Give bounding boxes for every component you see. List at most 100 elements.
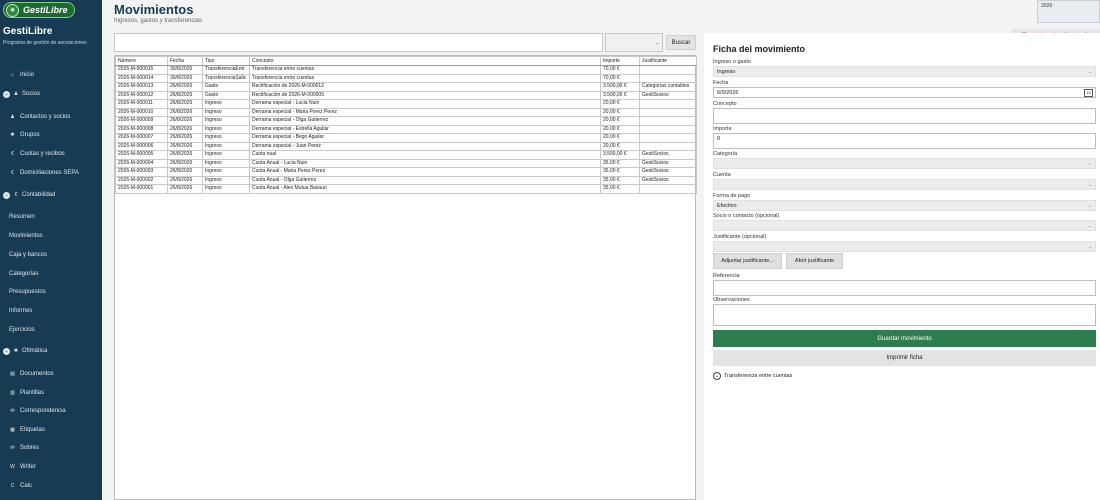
sidebar-item-contactos-y-socios[interactable]: ♟ Contactos y socios	[0, 110, 102, 124]
amount-field[interactable]: 0	[713, 133, 1096, 149]
account-select[interactable]: ⌄	[713, 179, 1096, 190]
sidebar-item-correspondencia[interactable]: ✉ Correspondencia	[0, 404, 102, 418]
sidebar-item-ofimática[interactable]: ⌄ ✱ Ofimática	[0, 344, 102, 358]
table-row[interactable]: 2026-M-000012 26/8/2026 Gasto Rectificación…	[115, 90, 697, 100]
open-receipt-button[interactable]: Abrir justificante	[786, 253, 843, 269]
column-header[interactable]: Justificante	[639, 56, 697, 66]
attach-receipt-button[interactable]: Adjuntar justificante...	[713, 253, 782, 269]
concept-field[interactable]	[713, 108, 1096, 124]
date-field[interactable]: 6/9/2026 15	[713, 87, 1096, 98]
sidebar-item-informes[interactable]: Informes	[0, 304, 102, 318]
app-logo: ◉ GestiLibre	[3, 2, 75, 18]
table-row[interactable]: 2026-M-000007 26/8/2026 Ingreso Derrama esp…	[115, 133, 697, 143]
table-cell: Derrama especial - Maria Perez Perez	[249, 107, 601, 117]
collapse-icon: ⌄	[3, 191, 10, 199]
table-cell: GestiSocios	[639, 150, 697, 160]
table-cell: 2026-M-000011	[115, 99, 168, 109]
sidebar-item-plantillas[interactable]: ▥ Plantillas	[0, 386, 102, 400]
table-row[interactable]: 2026-M-000003 26/8/2026 Ingreso Cuota Anual…	[115, 167, 697, 177]
table-cell: Ingreso	[202, 107, 250, 117]
type-label: Ingreso o gasto	[713, 59, 751, 65]
sidebar-item-sobres[interactable]: ✉ Sobres	[0, 441, 102, 455]
sidebar-item-etiquetas[interactable]: ▦ Etiquetas	[0, 423, 102, 437]
table-row[interactable]: 2026-M-000002 26/8/2026 Ingreso Cuota Anual…	[115, 175, 697, 185]
chevron-down-icon: ⌄	[1087, 203, 1092, 209]
table-cell: 30/8/2026	[167, 73, 203, 83]
table-cell: 2026-M-000007	[115, 133, 168, 143]
euro-icon: €	[11, 170, 14, 176]
column-header[interactable]: Concepto	[249, 56, 601, 66]
transfer-expander[interactable]: ⌄ Transferencia entre cuentas	[713, 372, 792, 380]
sidebar-item-categorías[interactable]: Categorías	[0, 267, 102, 281]
table-row[interactable]: 2026-M-000010 26/8/2026 Ingreso Derrama esp…	[115, 107, 697, 117]
table-row[interactable]: 2026-M-000013 26/8/2026 Gasto Rectificación…	[115, 82, 697, 92]
table-row[interactable]: 2026-M-000008 26/8/2026 Ingreso Derrama esp…	[115, 124, 697, 134]
column-header[interactable]: Fecha	[167, 56, 203, 66]
chevron-down-icon: ⌄	[1087, 182, 1092, 188]
collapse-icon: ⌄	[3, 347, 10, 355]
table-cell	[639, 99, 697, 109]
sidebar-item-calc[interactable]: C Calc	[0, 479, 102, 493]
payment-select[interactable]: Efectivo ⌄	[713, 200, 1096, 211]
sidebar-item-ejercicios[interactable]: Ejercicios	[0, 323, 102, 337]
calendar-icon[interactable]: 15	[1084, 89, 1093, 97]
table-cell: 20,00 €	[600, 99, 640, 109]
sidebar-item-label: Cuotas y recibos	[20, 151, 65, 157]
payment-label: Forma de pago	[713, 193, 751, 199]
table-cell	[639, 107, 697, 117]
sidebar-item-documentos[interactable]: ▤ Documentos	[0, 367, 102, 381]
table-row[interactable]: 2026-M-000015 30/8/2026 TransferenciaEntr T…	[115, 65, 697, 75]
table-cell: 26/8/2026	[167, 158, 203, 168]
sidebar-item-cuotas-y-recibos[interactable]: € Cuotas y recibos	[0, 147, 102, 161]
table-cell: TransferenciaEntr	[202, 65, 250, 75]
mail-icon: ✉	[10, 408, 15, 414]
sidebar-item-grupos[interactable]: ✱ Grupos	[0, 128, 102, 142]
year-box[interactable]: 2026	[1037, 0, 1100, 23]
partner-select[interactable]: ⌄	[713, 220, 1096, 231]
sidebar-item-presupuestos[interactable]: Presupuestos	[0, 285, 102, 299]
notes-field[interactable]	[713, 304, 1096, 326]
table-cell: 70,00 €	[600, 73, 640, 83]
search-button[interactable]: Buscar	[666, 35, 696, 50]
template-icon: ▥	[10, 390, 15, 396]
column-header[interactable]: Importe	[600, 56, 640, 66]
table-cell: 26/8/2026	[167, 124, 203, 134]
table-cell: 2026-M-000006	[115, 141, 168, 151]
concept-label: Concepto	[713, 101, 737, 107]
sidebar-item-label: Calc	[20, 483, 33, 489]
table-row[interactable]: 2026-M-000009 26/8/2026 Ingreso Derrama esp…	[115, 116, 697, 126]
save-movement-button[interactable]: Guardar movimiento	[713, 330, 1096, 347]
sidebar-item-caja-y-bancos[interactable]: Caja y bancos	[0, 248, 102, 262]
table-cell: 3.500,00 €	[600, 90, 640, 100]
table-cell: 35,00 €	[600, 158, 640, 168]
type-select[interactable]: Ingreso ⌄	[713, 66, 1096, 77]
table-cell: Derrama especial - Lucia Nuin	[249, 99, 601, 109]
table-cell: 20,00 €	[600, 116, 640, 126]
sidebar-item-inicio[interactable]: ⌂ Inicio	[0, 68, 102, 82]
print-sheet-button[interactable]: Imprimir ficha	[713, 350, 1096, 366]
column-header[interactable]: Tipo	[202, 56, 250, 66]
table-row[interactable]: 2026-M-000014 30/8/2026 TransferenciaSalic…	[115, 73, 697, 83]
table-cell	[639, 65, 697, 75]
table-row[interactable]: 2026-M-000004 26/8/2026 Ingreso Cuota Anual…	[115, 158, 697, 168]
sidebar-item-writer[interactable]: W Writer	[0, 460, 102, 474]
table-cell: Categorías contables	[639, 82, 697, 92]
table-row[interactable]: 2026-M-000001 26/8/2026 Ingreso Cuota Anual…	[115, 184, 697, 194]
table-cell: 35,00 €	[600, 175, 640, 185]
sidebar-item-socios[interactable]: ⌄ ♟ Socios	[0, 87, 102, 101]
filter-select[interactable]: ⌄	[605, 33, 663, 52]
table-row[interactable]: 2026-M-000011 26/8/2026 Ingreso Derrama esp…	[115, 99, 697, 109]
table-cell: 2026-M-000009	[115, 116, 168, 126]
search-input[interactable]	[114, 33, 603, 52]
table-row[interactable]: 2026-M-000006 26/8/2026 Ingreso Derrama esp…	[115, 141, 697, 151]
sidebar-item-contabilidad[interactable]: ⌄ € Contabilidad	[0, 188, 102, 202]
receipt-select[interactable]: ⌄	[713, 241, 1096, 252]
sidebar-item-domiciliaciones-sepa[interactable]: € Domiciliaciones SEPA	[0, 166, 102, 180]
reference-field[interactable]	[713, 280, 1096, 296]
column-header[interactable]: Número	[115, 56, 168, 66]
category-select[interactable]: ⌄	[713, 158, 1096, 169]
table-row[interactable]: 2026-M-000005 26/8/2026 Ingreso Cuota nual 3…	[115, 150, 697, 160]
sidebar-item-resumen[interactable]: Resumen	[0, 210, 102, 224]
sidebar-item-movimientos[interactable]: Movimientos	[0, 229, 102, 243]
table-cell: 26/8/2026	[167, 184, 203, 194]
